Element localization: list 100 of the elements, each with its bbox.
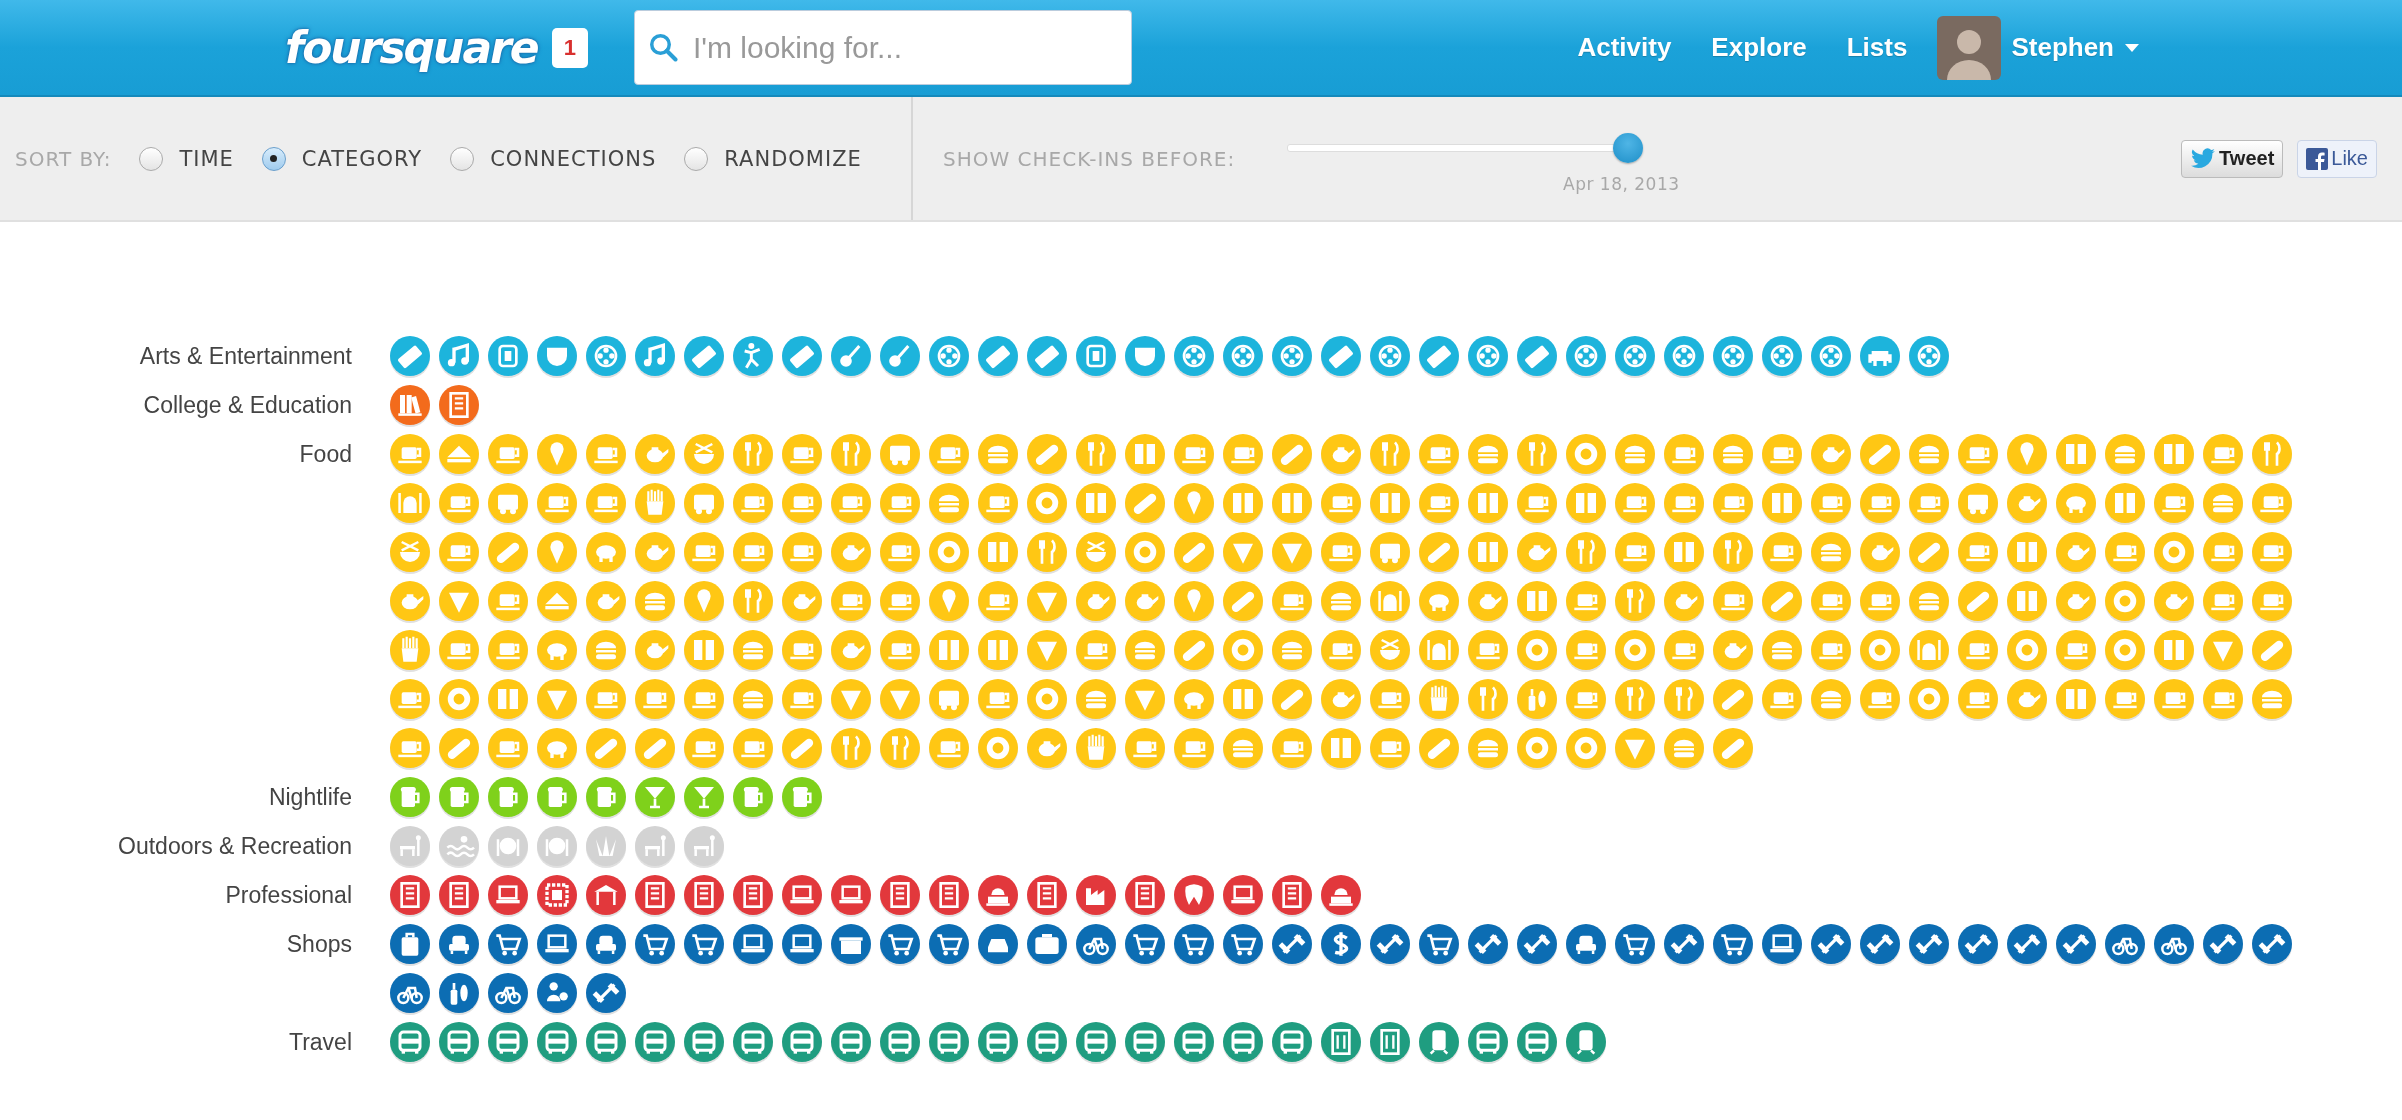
menu-card-icon[interactable] [1468,483,1508,523]
coffee-cup-icon[interactable] [439,483,479,523]
beer-mug-icon[interactable] [439,777,479,817]
teapot-icon[interactable] [1713,630,1753,670]
ticket-icon[interactable] [1027,336,1067,376]
bicycle-icon[interactable] [2154,924,2194,964]
coffee-cup-icon[interactable] [733,483,773,523]
pizza-slice-icon[interactable] [831,679,871,719]
coffee-cup-icon[interactable] [880,532,920,572]
coffee-cup-icon[interactable] [488,434,528,474]
donut-icon[interactable] [929,532,969,572]
film-reel-icon[interactable] [1762,336,1802,376]
building-icon[interactable] [1027,875,1067,915]
ticket-icon[interactable] [1321,336,1361,376]
hot-dog-icon[interactable] [1958,581,1998,621]
ice-cream-icon[interactable] [537,532,577,572]
menu-card-icon[interactable] [1321,728,1361,768]
coffee-cup-icon[interactable] [782,434,822,474]
coffee-cup-icon[interactable] [1566,679,1606,719]
hot-dog-icon[interactable] [586,728,626,768]
search-field[interactable]: I'm looking for... [633,10,1132,85]
caret-icon[interactable] [2124,42,2140,53]
donut-icon[interactable] [1027,483,1067,523]
coffee-cup-icon[interactable] [390,728,430,768]
menu-card-icon[interactable] [978,532,1018,572]
film-reel-icon[interactable] [1272,336,1312,376]
teapot-icon[interactable] [586,581,626,621]
fork-knife-icon[interactable] [733,581,773,621]
laptop-icon[interactable] [831,875,871,915]
fork-knife-icon[interactable] [2252,434,2292,474]
coffee-cup-icon[interactable] [1468,630,1508,670]
notification-badge[interactable]: 1 [551,27,588,68]
pizza-slice-icon[interactable] [1223,532,1263,572]
building-icon[interactable] [1125,875,1165,915]
menu-card-icon[interactable] [929,630,969,670]
radio-label[interactable]: CATEGORY [301,146,423,171]
coffee-cup-icon[interactable] [684,728,724,768]
coffee-cup-icon[interactable] [1321,532,1361,572]
teapot-icon[interactable] [831,630,871,670]
burger-icon[interactable] [733,679,773,719]
coffee-cup-icon[interactable] [929,728,969,768]
film-reel-icon[interactable] [1811,336,1851,376]
burger-icon[interactable] [1223,728,1263,768]
coffee-cup-icon[interactable] [978,679,1018,719]
donut-icon[interactable] [1615,630,1655,670]
bus-icon[interactable] [929,1022,969,1062]
menu-card-icon[interactable] [1468,532,1508,572]
hot-dog-icon[interactable] [1419,532,1459,572]
burger-icon[interactable] [1762,630,1802,670]
hot-dog-icon[interactable] [1860,434,1900,474]
shopping-cart-icon[interactable] [1419,924,1459,964]
bicycle-icon[interactable] [488,973,528,1013]
menu-card-icon[interactable] [1566,483,1606,523]
hot-dog-icon[interactable] [1027,434,1067,474]
coffee-cup-icon[interactable] [1321,483,1361,523]
coffee-cup-icon[interactable] [2105,532,2145,572]
film-reel-icon[interactable] [1468,336,1508,376]
teapot-icon[interactable] [1076,581,1116,621]
laptop-icon[interactable] [1762,924,1802,964]
ice-cream-icon[interactable] [929,581,969,621]
fork-knife-icon[interactable] [733,434,773,474]
slider-thumb[interactable] [1613,133,1644,163]
bus-icon[interactable] [1517,1022,1557,1062]
music-note-icon[interactable] [635,336,675,376]
coffee-cup-icon[interactable] [1811,581,1851,621]
bus-icon[interactable] [1223,1022,1263,1062]
ticket-icon[interactable] [390,336,430,376]
pizza-slice-icon[interactable] [1125,679,1165,719]
beer-mug-icon[interactable] [488,777,528,817]
bus-icon[interactable] [1468,1022,1508,1062]
fork-knife-icon[interactable] [1027,532,1067,572]
menu-card-icon[interactable] [1223,679,1263,719]
film-reel-icon[interactable] [1713,336,1753,376]
teapot-icon[interactable] [2007,483,2047,523]
menu-card-icon[interactable] [2007,581,2047,621]
burger-icon[interactable] [1713,434,1753,474]
bus-icon[interactable] [978,1022,1018,1062]
laptop-icon[interactable] [1223,875,1263,915]
burger-icon[interactable] [586,630,626,670]
swimmer-icon[interactable] [439,826,479,866]
bus-icon[interactable] [880,1022,920,1062]
sandwich-icon[interactable] [537,581,577,621]
coffee-cup-icon[interactable] [1762,679,1802,719]
coffee-cup-icon[interactable] [390,679,430,719]
shopping-cart-icon[interactable] [880,924,920,964]
coffee-cup-icon[interactable] [1811,483,1851,523]
beer-mug-icon[interactable] [586,777,626,817]
coffee-cup-icon[interactable] [1272,581,1312,621]
bicycle-icon[interactable] [2105,924,2145,964]
teapot-icon[interactable] [831,532,871,572]
coffee-cup-icon[interactable] [782,532,822,572]
hot-dog-icon[interactable] [1174,532,1214,572]
teapot-icon[interactable] [1664,581,1704,621]
fork-knife-icon[interactable] [1615,679,1655,719]
radio-button[interactable] [450,146,475,171]
film-reel-icon[interactable] [1174,336,1214,376]
radio-label[interactable]: RANDOMIZE [724,146,862,171]
truck-icon[interactable] [684,483,724,523]
truck-icon[interactable] [488,483,528,523]
pizza-slice-icon[interactable] [2203,630,2243,670]
